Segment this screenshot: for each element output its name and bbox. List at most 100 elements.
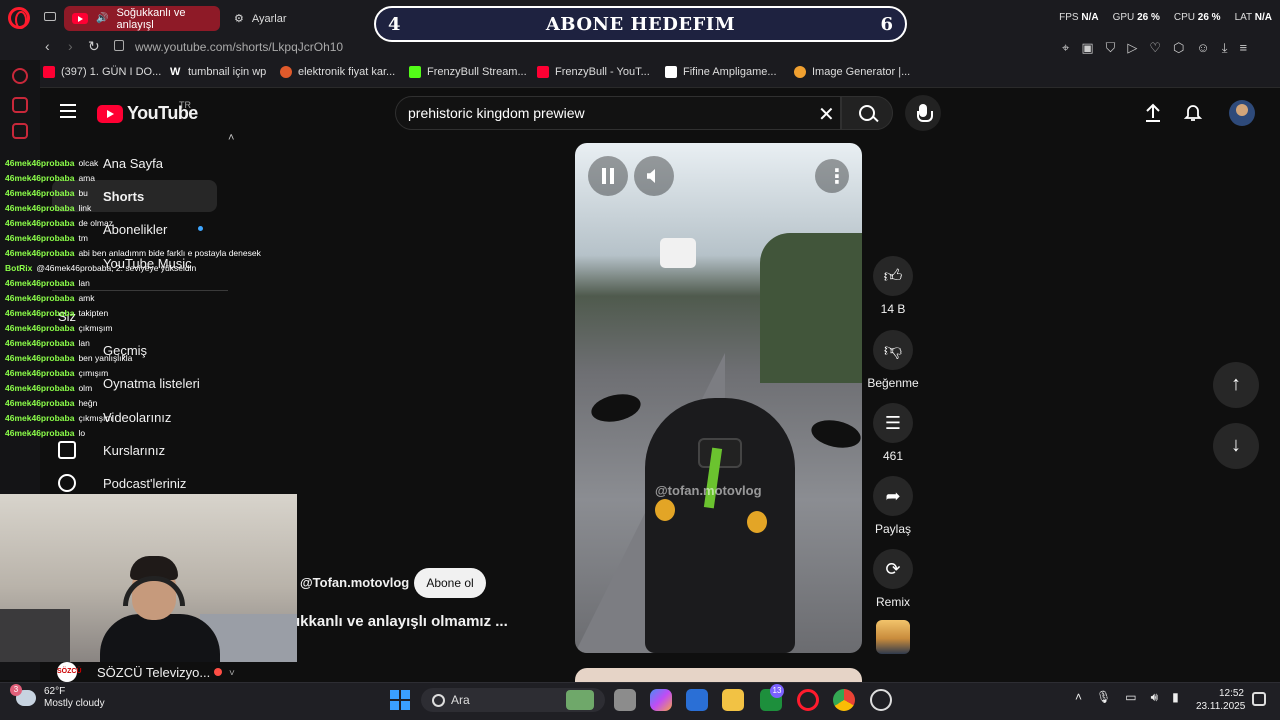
url-field[interactable]: www.youtube.com/shorts/LkpqJcrOh10 (135, 40, 343, 54)
chat-message: 46mek46probaba amk (5, 291, 295, 306)
goal-current: 4 (388, 13, 401, 35)
heart-icon[interactable]: ♡ (1149, 40, 1161, 56)
menu-icon[interactable]: ≡ (1239, 40, 1247, 56)
tab-settings[interactable]: ⚙ Ayarlar (226, 6, 346, 31)
display-icon[interactable]: ▭ (1125, 690, 1136, 705)
gpu-label: GPU (1112, 12, 1135, 23)
short-title[interactable]: ukkanlı ve anlayışlı olmamız ... (291, 613, 508, 630)
bookmark-item[interactable]: elektronik fiyat kar... (280, 66, 395, 78)
indicator-right-shape (747, 511, 767, 533)
chat-message: 46mek46probaba abi ben anladımm bide fark… (5, 246, 295, 261)
chat-username: 46mek46probaba (5, 398, 75, 408)
money-widget-icon[interactable] (566, 690, 594, 710)
like-button[interactable]: 👍︎ 14 B (868, 256, 918, 316)
reload-icon[interactable]: ↻ (88, 38, 100, 55)
subscribe-button[interactable]: Abone ol (414, 568, 486, 598)
battery-icon[interactable]: ▮ (1172, 690, 1179, 705)
copilot-icon[interactable] (650, 689, 672, 711)
play-icon[interactable]: ▷ (1127, 40, 1137, 56)
bell-icon[interactable] (1183, 102, 1203, 122)
task-view-icon[interactable] (614, 689, 636, 711)
opera-gx-taskbar-icon[interactable] (797, 689, 819, 711)
bookmark-label: Fifine Ampligame... (683, 66, 777, 78)
shield-icon[interactable]: ⛉ (1106, 40, 1116, 56)
w-logo-icon: W (170, 66, 181, 78)
streamer-body (100, 614, 220, 662)
tab-active-video[interactable]: 🔊 Soğukkanlı ve anlayışl (64, 6, 220, 31)
volume-icon[interactable]: 🔊︎ (1151, 690, 1159, 705)
remix-button[interactable]: ⟳ Remix (868, 549, 918, 609)
chat-username: 46mek46probaba (5, 248, 75, 258)
upload-icon[interactable] (1143, 103, 1163, 123)
weather-condition: Mostly cloudy (44, 698, 105, 709)
history-icon[interactable] (12, 68, 28, 84)
snapshot-icon[interactable]: ▣ (1081, 40, 1093, 56)
bookmark-item[interactable]: (397) 1. GÜN I DO... (43, 66, 161, 78)
file-explorer-icon[interactable] (722, 689, 744, 711)
chrome-icon[interactable] (833, 689, 855, 711)
gpu-value: 26 % (1137, 12, 1160, 23)
short-video-player[interactable]: @tofan.motovlog (575, 143, 862, 653)
back-icon[interactable]: ‹ (45, 38, 50, 54)
bookmark-item[interactable]: FrenzyBull - YouT... (537, 66, 650, 78)
chat-username: BotRix (5, 263, 33, 273)
search-button[interactable] (841, 96, 893, 130)
opera-logo-icon[interactable] (8, 7, 30, 29)
store-icon[interactable] (686, 689, 708, 711)
thumbs-down-icon: 👎︎ (873, 330, 913, 370)
channel-name: SÖZCÜ Televizyo... (97, 664, 211, 680)
extensions-icon[interactable]: ⬡ (1173, 40, 1184, 56)
forward-icon[interactable]: › (68, 38, 73, 54)
clear-search-icon[interactable]: ✕ (818, 102, 835, 127)
pin-icon[interactable]: ⌖ (1062, 40, 1069, 56)
voice-search-button[interactable] (905, 95, 941, 131)
account-avatar[interactable] (1229, 100, 1255, 126)
steam-icon[interactable] (870, 689, 892, 711)
chat-username: 46mek46probaba (5, 188, 75, 198)
microphone-icon[interactable]: 🎙︎ (1096, 690, 1111, 705)
volume-button[interactable] (634, 156, 674, 196)
short-channel-name[interactable]: @Tofan.motovlog (300, 575, 409, 590)
download-icon[interactable]: ⤓ (1222, 40, 1228, 56)
webcam-feed (0, 494, 297, 662)
search-input[interactable]: prehistoric kingdom prewiew (395, 96, 841, 130)
amazon-favicon-icon (665, 66, 677, 78)
scroll-down-icon[interactable]: ˅ (229, 668, 235, 679)
bookmark-item[interactable]: Wtumbnail için wp (170, 66, 266, 78)
next-short-button[interactable]: ↓ (1213, 423, 1259, 469)
tv-icon[interactable] (12, 123, 28, 139)
share-button[interactable]: ➦ Paylaş (868, 476, 918, 536)
tab-overview-icon[interactable] (44, 12, 56, 21)
notification-center-icon[interactable] (1252, 692, 1266, 706)
bookmark-item[interactable]: Fifine Ampligame... (665, 66, 777, 78)
chat-username: 46mek46probaba (5, 428, 75, 438)
chevron-up-icon[interactable]: ˄ (1075, 690, 1082, 705)
chat-text: abi ben anladımm bide farklı e postayla … (78, 248, 261, 258)
clock-date: 23.11.2025 (1196, 701, 1246, 712)
bookmark-item[interactable]: FrenzyBull Stream... (409, 66, 527, 78)
scroll-up-icon[interactable]: ˄ (228, 132, 234, 144)
subscription-channel-item[interactable]: SÖZCÜ SÖZCÜ Televizyo... (57, 662, 223, 682)
previous-short-button[interactable]: ↑ (1213, 362, 1259, 408)
comments-button[interactable]: ☰ 461 (868, 403, 918, 463)
weather-widget[interactable]: 3 62°F Mostly cloudy (10, 684, 105, 710)
region-code: TR (179, 100, 191, 110)
pause-button[interactable] (588, 156, 628, 196)
live-dot-icon (214, 668, 223, 676)
like-count: 14 B (880, 302, 906, 316)
chat-username: 46mek46probaba (5, 218, 75, 228)
guide-menu-icon[interactable] (60, 104, 76, 118)
chat-text: ben yanlışlıkla (78, 353, 133, 363)
podcast-icon (58, 474, 76, 492)
more-options-button[interactable] (815, 159, 849, 193)
bookmark-item[interactable]: Image Generator |... (794, 66, 910, 78)
arrow-up-icon: ↑ (1231, 373, 1241, 395)
profile-icon[interactable]: ☺ (1196, 40, 1209, 56)
windows-start-icon[interactable] (390, 690, 410, 710)
dislike-button[interactable]: 👎︎ Beğenme (866, 330, 920, 390)
notification-badge: 13 (770, 684, 784, 698)
clock[interactable]: 12:52 23.11.2025 (1196, 687, 1246, 713)
sound-thumbnail[interactable] (876, 620, 910, 654)
xbox-icon[interactable]: 13 (760, 684, 784, 711)
bag-icon[interactable] (12, 97, 28, 113)
